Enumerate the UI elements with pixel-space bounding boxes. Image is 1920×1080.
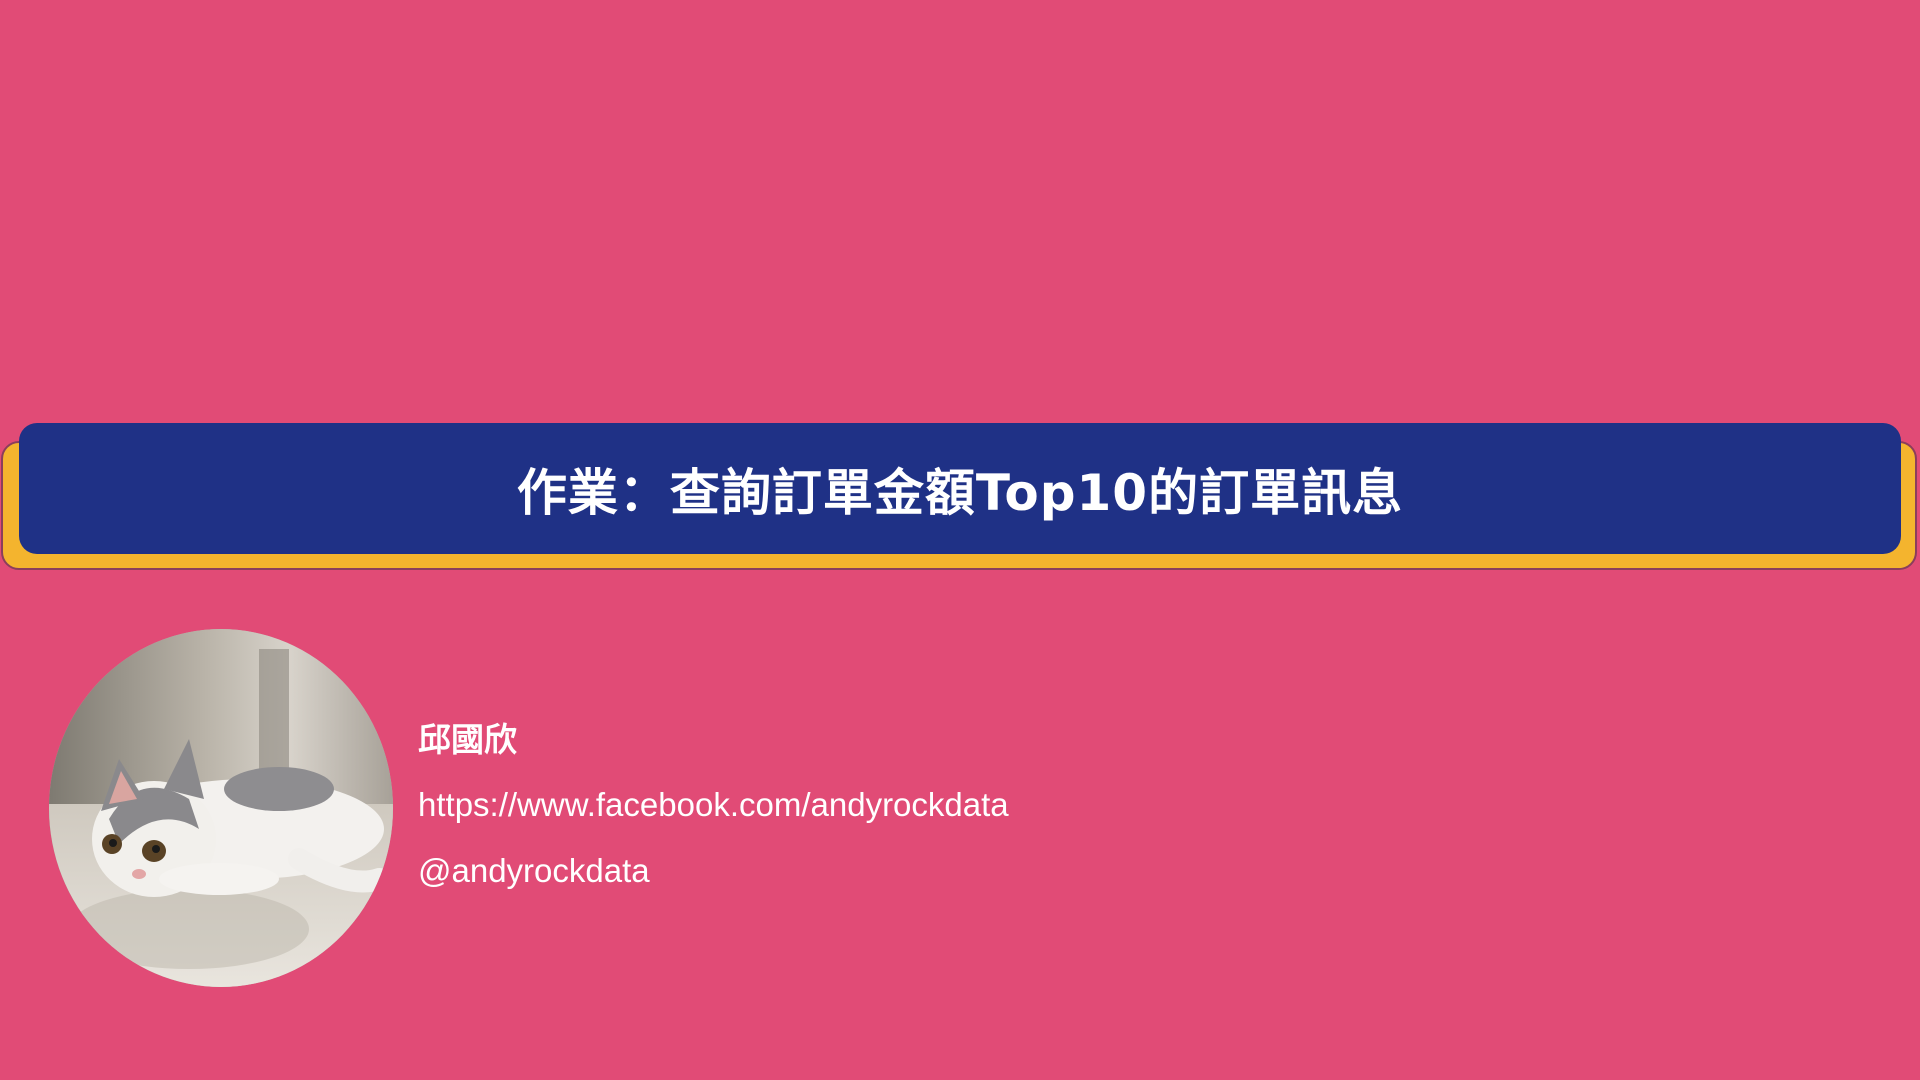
facebook-link[interactable]: https://www.facebook.com/andyrockdata [418, 786, 1009, 824]
slide-title: 作業：查詢訂單金額Top10的訂單訊息 [516, 463, 1404, 522]
author-handle: @andyrockdata [418, 852, 650, 889]
avatar [49, 629, 393, 987]
cat-photo-icon [49, 629, 393, 987]
title-banner: 作業：查詢訂單金額Top10的訂單訊息 [19, 423, 1901, 554]
author-name: 邱國欣 [418, 720, 517, 759]
